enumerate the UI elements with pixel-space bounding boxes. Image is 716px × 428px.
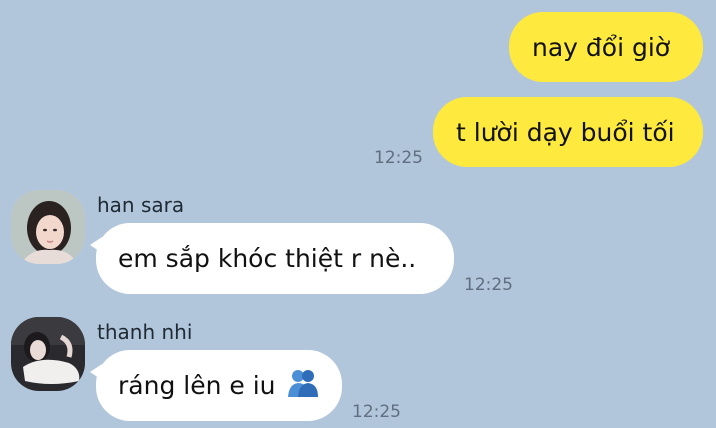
sender-name: han sara xyxy=(97,193,185,217)
message-timestamp: 12:25 xyxy=(374,148,423,168)
message-text: em sắp khóc thiệt r nè.. xyxy=(118,244,417,273)
message-bubble-incoming[interactable]: ráng lên e iu xyxy=(90,350,342,421)
avatar[interactable] xyxy=(11,190,85,264)
message-bubble-incoming[interactable]: em sắp khóc thiệt r nè.. xyxy=(90,223,454,294)
message-bubble-outgoing[interactable]: t lười dạy buổi tối xyxy=(433,97,703,167)
message-text: ráng lên e iu xyxy=(118,371,276,400)
avatar-photo-icon xyxy=(11,317,85,391)
message-timestamp: 12:25 xyxy=(352,402,401,422)
sender-name: thanh nhi xyxy=(97,320,193,344)
chat-conversation: nay đổi giờ t lười dạy buổi tối 12:25 ha… xyxy=(0,0,716,428)
message-text: t lười dạy buổi tối xyxy=(456,117,675,147)
avatar[interactable] xyxy=(11,317,85,391)
people-hugging-icon xyxy=(286,367,320,405)
message-timestamp: 12:25 xyxy=(464,275,513,295)
avatar-photo-icon xyxy=(11,190,85,264)
message-text: nay đổi giờ xyxy=(532,32,671,62)
message-bubble-outgoing[interactable]: nay đổi giờ xyxy=(509,12,703,82)
